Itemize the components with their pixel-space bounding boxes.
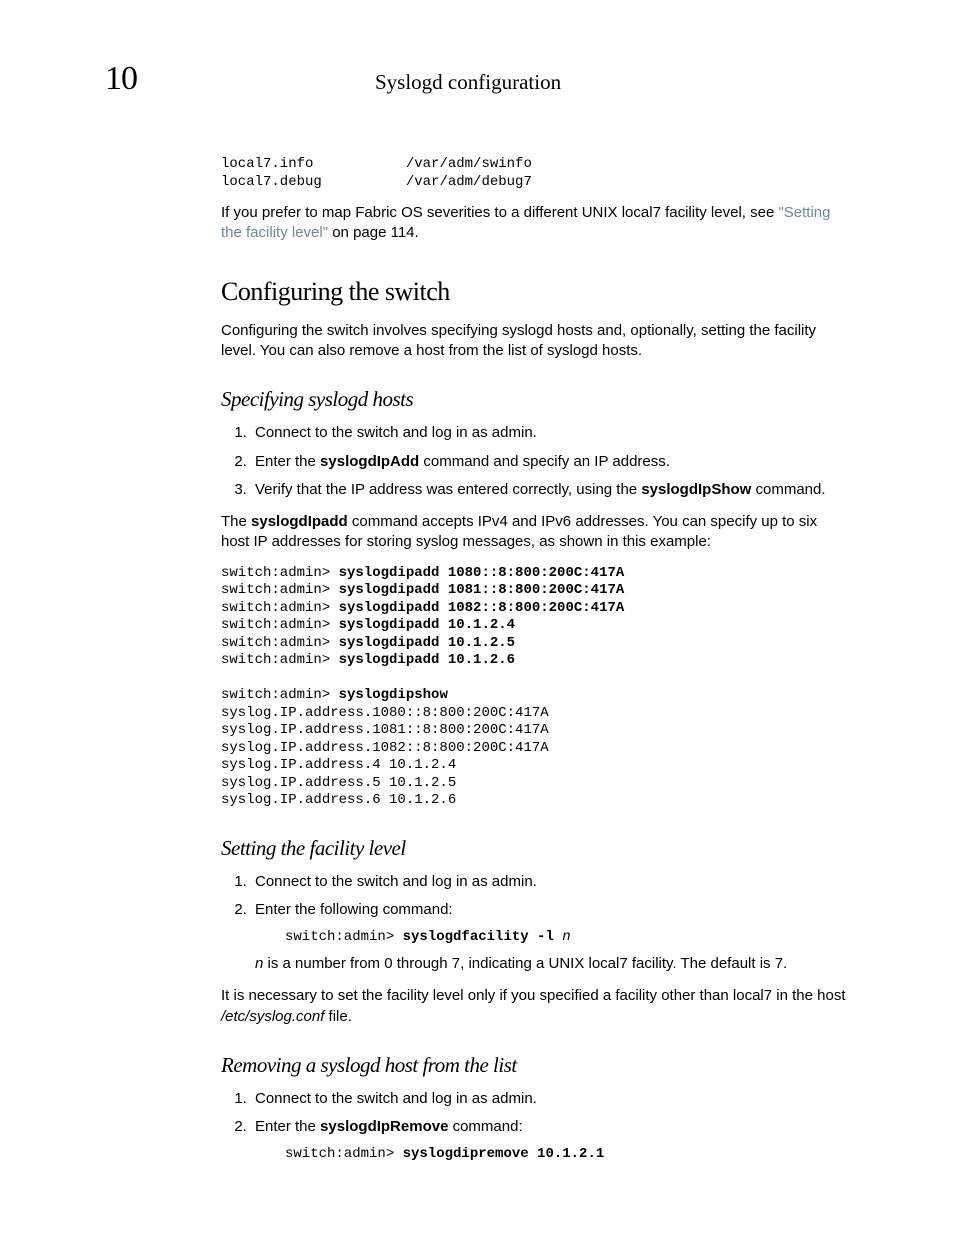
text: file.	[324, 1008, 352, 1025]
text: is a number from 0 through 7, indicating…	[263, 955, 787, 972]
text: If you prefer to map Fabric OS severitie…	[221, 204, 778, 221]
step: Connect to the switch and log in as admi…	[251, 423, 849, 443]
text: Enter the	[255, 1118, 320, 1135]
text: command.	[751, 481, 825, 498]
step: Enter the syslogdIpRemove command: switc…	[251, 1117, 849, 1163]
text: Enter the	[255, 453, 320, 470]
heading-configuring-switch: Configuring the switch	[221, 274, 849, 309]
command-example: switch:admin> syslogdipremove 10.1.2.1	[285, 1146, 849, 1164]
content-body: local7.info /var/adm/swinfo local7.debug…	[221, 156, 849, 1163]
command-name: syslogdIpAdd	[320, 453, 419, 470]
paragraph: Configuring the switch involves specifyi…	[221, 321, 849, 362]
config-example-block: local7.info /var/adm/swinfo local7.debug…	[221, 156, 849, 191]
text: command and specify an IP address.	[419, 453, 670, 470]
command-name: syslogdIpShow	[641, 481, 751, 498]
steps-specifying: Connect to the switch and log in as admi…	[221, 423, 849, 500]
heading-specifying-syslogd-hosts: Specifying syslogd hosts	[221, 385, 849, 413]
heading-setting-facility-level: Setting the facility level	[221, 834, 849, 862]
chapter-number: 10	[105, 60, 265, 98]
terminal-example: switch:admin> syslogdipadd 1080::8:800:2…	[221, 565, 849, 810]
command-name: syslogdIpRemove	[320, 1118, 448, 1135]
steps-removing: Connect to the switch and log in as admi…	[221, 1089, 849, 1163]
step: Connect to the switch and log in as admi…	[251, 1089, 849, 1109]
text: command:	[448, 1118, 522, 1135]
heading-removing-syslogd-host: Removing a syslogd host from the list	[221, 1051, 849, 1079]
text: The	[221, 513, 251, 530]
paragraph: The syslogdIpadd command accepts IPv4 an…	[221, 512, 849, 553]
text: Verify that the IP address was entered c…	[255, 481, 641, 498]
text: Enter the following command:	[255, 901, 453, 918]
step: Verify that the IP address was entered c…	[251, 480, 849, 500]
steps-facility: Connect to the switch and log in as admi…	[221, 872, 849, 974]
page: 10 Syslogd configuration local7.info /va…	[0, 0, 954, 1235]
filepath: /etc/syslog.conf	[221, 1008, 324, 1025]
step-note: n is a number from 0 through 7, indicati…	[255, 954, 849, 974]
page-title: Syslogd configuration	[375, 70, 561, 95]
cfg-line: local7.debug /var/adm/debug7	[221, 174, 532, 190]
cfg-line: local7.info /var/adm/swinfo	[221, 156, 532, 172]
text: It is necessary to set the facility leve…	[221, 987, 846, 1004]
xref-paragraph: If you prefer to map Fabric OS severitie…	[221, 203, 849, 244]
text: on page 114.	[328, 224, 419, 241]
step: Connect to the switch and log in as admi…	[251, 872, 849, 892]
command-name: syslogdIpadd	[251, 513, 348, 530]
step: Enter the syslogdIpAdd command and speci…	[251, 452, 849, 472]
page-header: 10 Syslogd configuration	[105, 60, 849, 98]
command-example: switch:admin> syslogdfacility -l n	[285, 929, 849, 947]
paragraph: It is necessary to set the facility leve…	[221, 986, 849, 1027]
step: Enter the following command: switch:admi…	[251, 900, 849, 974]
